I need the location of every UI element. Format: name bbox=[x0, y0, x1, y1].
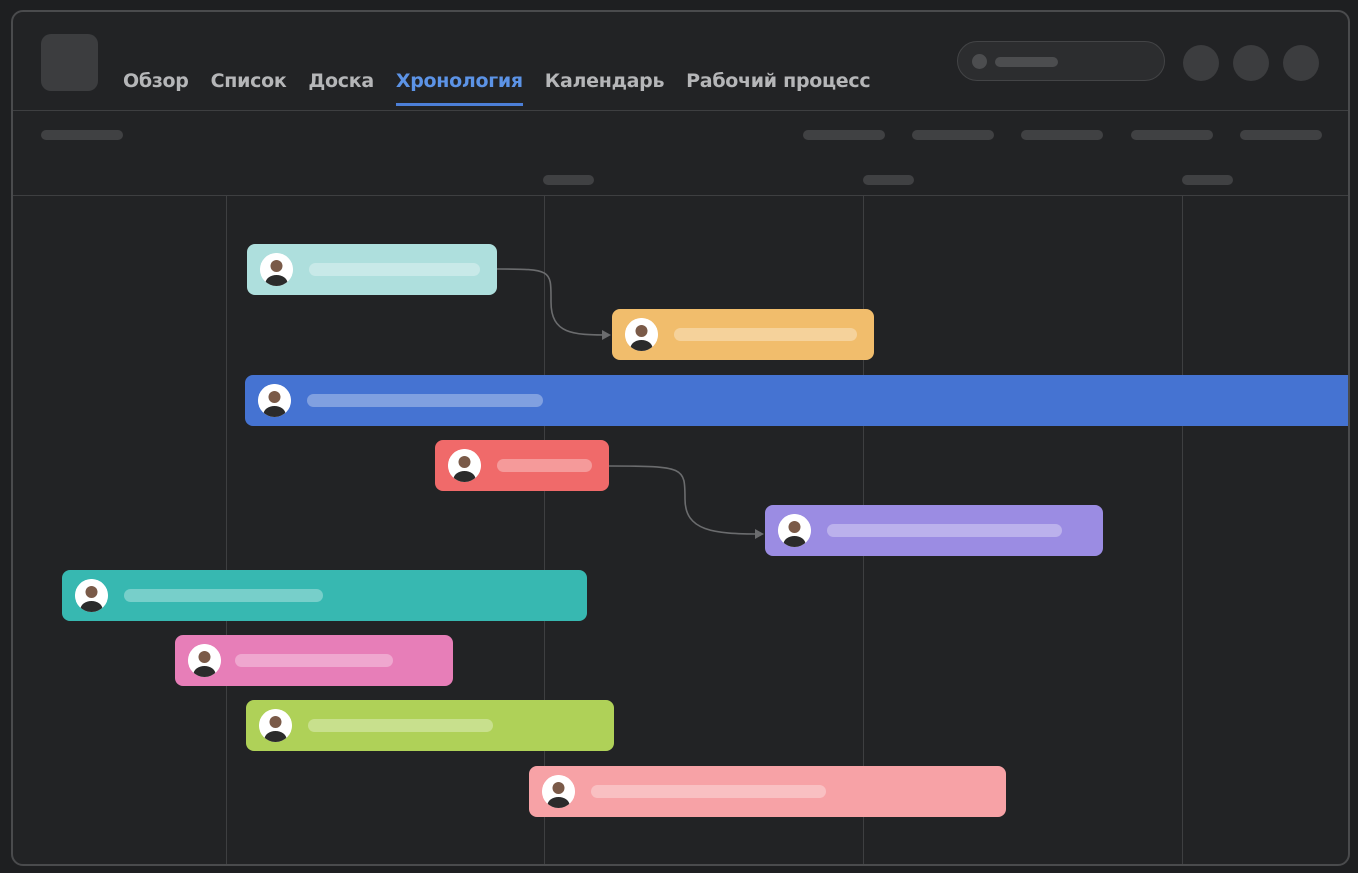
task-9[interactable] bbox=[529, 766, 1006, 817]
dependency-arrows bbox=[496, 268, 764, 539]
task-8[interactable] bbox=[246, 700, 614, 751]
task-4[interactable] bbox=[435, 440, 609, 491]
avatar-woman-blonde bbox=[542, 775, 575, 808]
avatar-woman-curly bbox=[259, 709, 292, 742]
task-1[interactable] bbox=[247, 244, 497, 295]
task-label bbox=[308, 719, 493, 732]
task-6[interactable] bbox=[62, 570, 587, 621]
task-label bbox=[124, 589, 323, 602]
avatar-man-glasses bbox=[260, 253, 293, 286]
task-label bbox=[497, 459, 592, 472]
task-label bbox=[309, 263, 480, 276]
task-label bbox=[235, 654, 393, 667]
avatar-woman-dark-hair bbox=[625, 318, 658, 351]
task-label bbox=[827, 524, 1062, 537]
task-label bbox=[307, 394, 543, 407]
avatar-woman-short-hair bbox=[448, 449, 481, 482]
avatar-woman-long-hair bbox=[188, 644, 221, 677]
timeline-window: Обзор Список Доска Хронология Календарь … bbox=[11, 10, 1350, 866]
avatar-man-smiling bbox=[258, 384, 291, 417]
task-5[interactable] bbox=[765, 505, 1103, 556]
task-3[interactable] bbox=[245, 375, 1348, 426]
task-2[interactable] bbox=[612, 309, 874, 360]
task-7[interactable] bbox=[175, 635, 453, 686]
task-label bbox=[674, 328, 857, 341]
task-label bbox=[591, 785, 826, 798]
avatar-man-dark bbox=[75, 579, 108, 612]
avatar-man-beard bbox=[778, 514, 811, 547]
